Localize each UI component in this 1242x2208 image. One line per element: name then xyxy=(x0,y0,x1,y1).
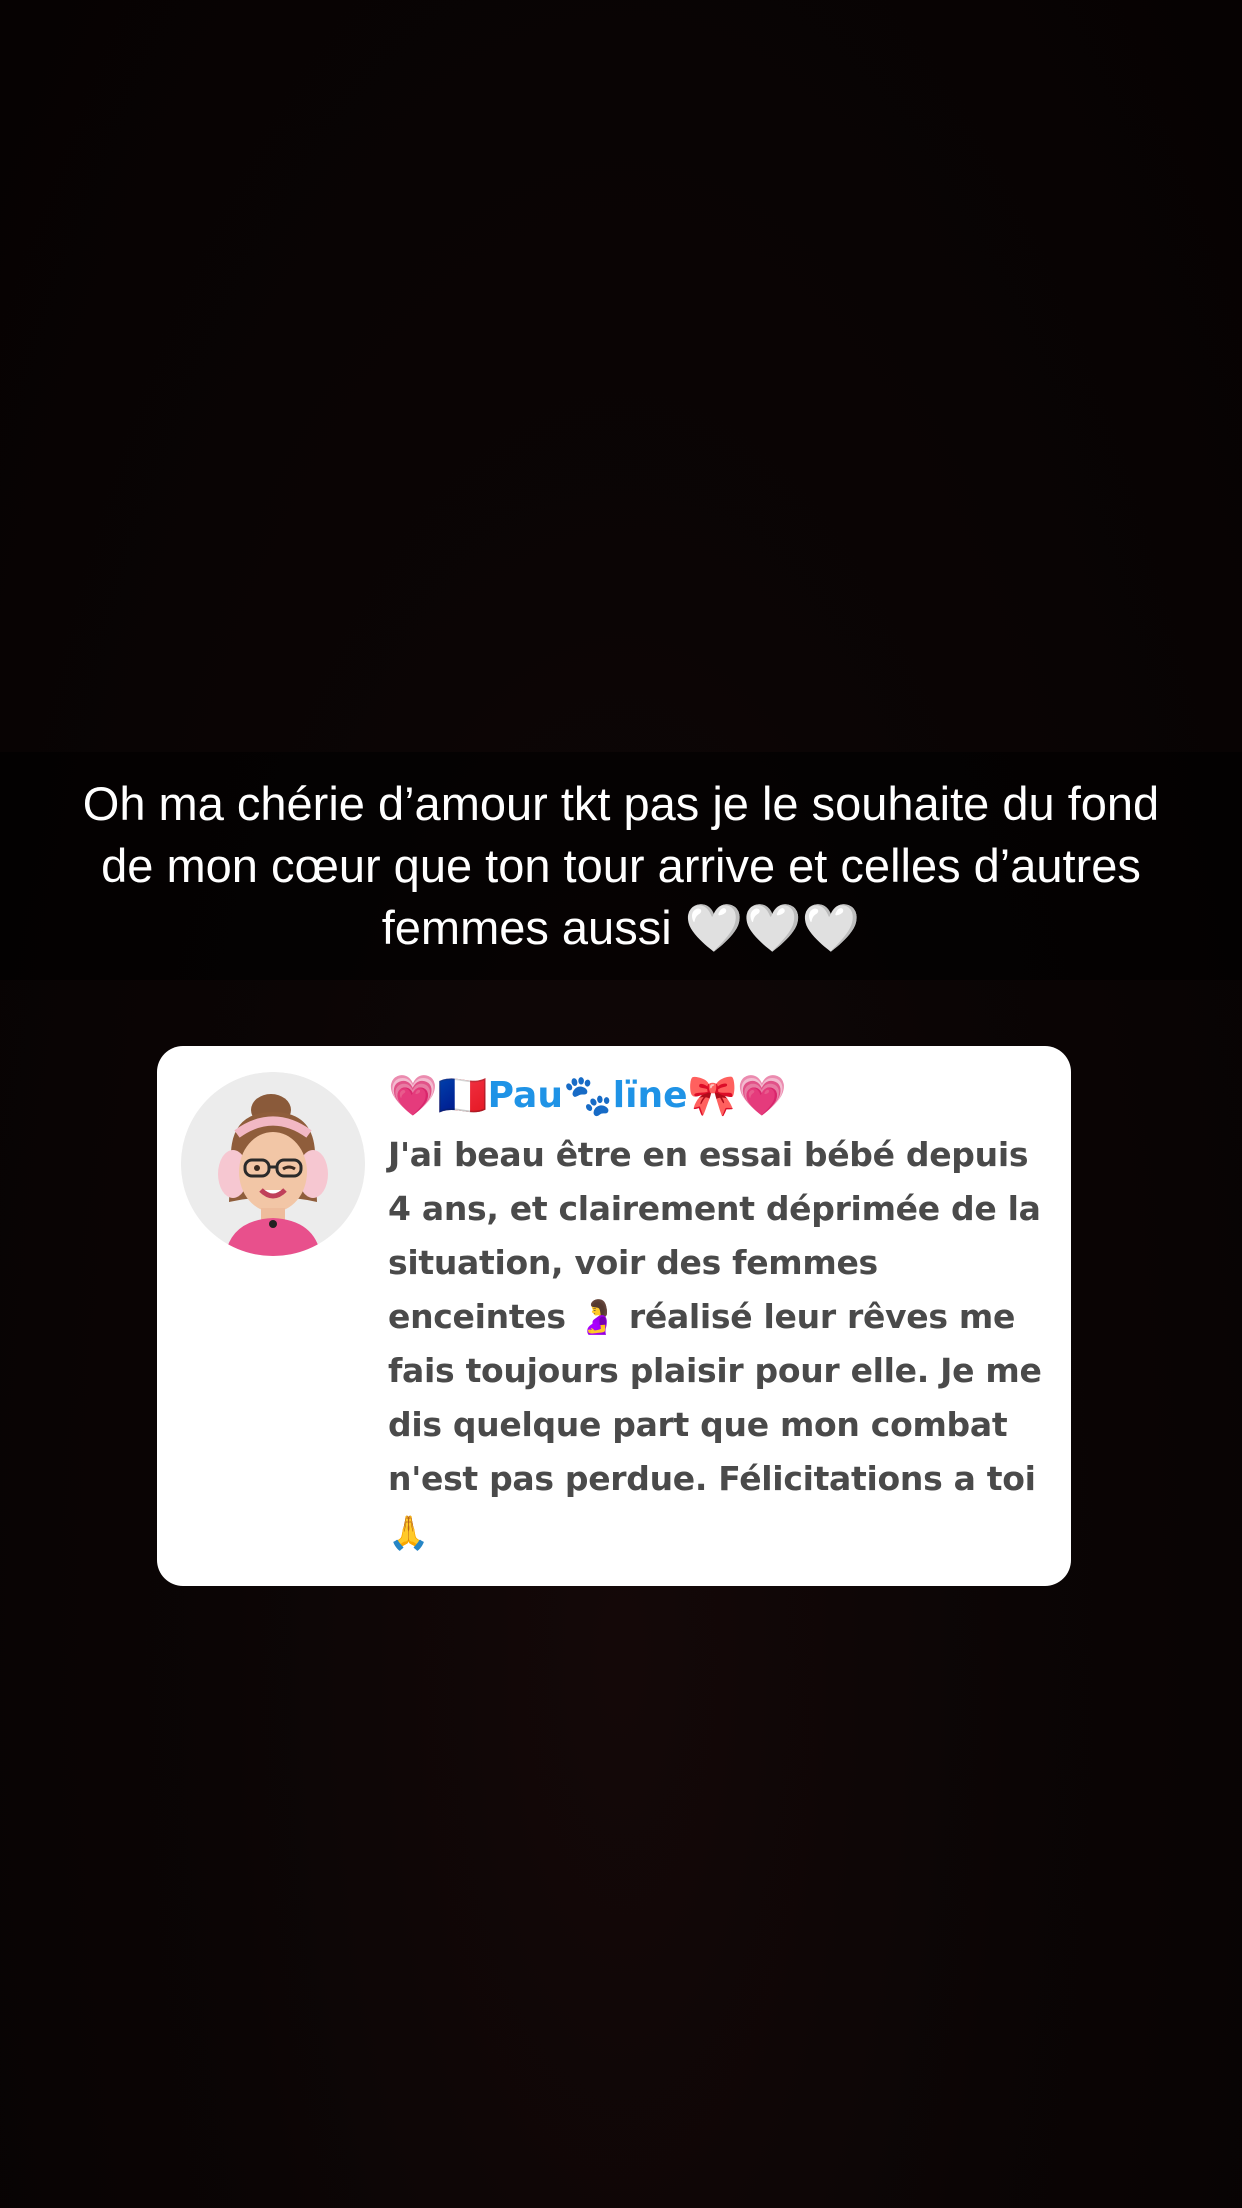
bitmoji-avatar-icon[interactable] xyxy=(181,1072,365,1256)
comment-username[interactable]: 💗🇫🇷 Pau 🐾 lïne 🎀💗 xyxy=(388,1066,1052,1124)
comment-sticker[interactable]: 💗🇫🇷 Pau 🐾 lïne 🎀💗 J'ai beau être en essa… xyxy=(157,1046,1071,1586)
username-suffix-emoji: 🎀💗 xyxy=(687,1072,788,1119)
paw-prints-icon: 🐾 xyxy=(562,1072,613,1119)
username-prefix-emoji: 💗🇫🇷 xyxy=(388,1072,488,1119)
username-name-end: lïne xyxy=(612,1074,688,1116)
comment-body: 💗🇫🇷 Pau 🐾 lïne 🎀💗 J'ai beau être en essa… xyxy=(388,1066,1052,1560)
comment-text: J'ai beau être en essai bébé depuis 4 an… xyxy=(388,1135,1042,1552)
username-name-start: Pau xyxy=(487,1074,563,1116)
story-caption: Oh ma chérie d’amour tkt pas je le souha… xyxy=(82,777,1160,954)
story-caption-bar: Oh ma chérie d’amour tkt pas je le souha… xyxy=(0,752,1242,980)
